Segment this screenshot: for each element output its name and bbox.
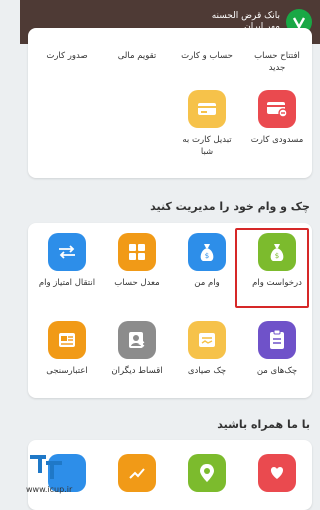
cheques-loans-title: چک و وام خود را مدیریت کنید: [150, 200, 310, 213]
account-average-item[interactable]: معدل حساب: [102, 233, 172, 289]
card-to-sheba-item[interactable]: تبدیل کارت به شبا: [172, 90, 242, 158]
issue-card-item[interactable]: صدور کارت: [32, 44, 102, 62]
sayad-cheque-label: چک صیادی: [187, 366, 227, 376]
my-cheques-label: چک‌های من: [256, 366, 298, 376]
watermark-logo: [26, 451, 98, 485]
contact-item-2[interactable]: [172, 454, 242, 492]
heart-hands-icon: [258, 454, 296, 492]
transfer-loan-label: انتقال امتیاز وام: [38, 278, 96, 288]
my-loan-label: وام من: [194, 278, 220, 288]
cheques-loans-card: $ درخواست وام $ وام من معدل حساب انتقال …: [28, 223, 312, 398]
transfer-icon: [48, 233, 86, 271]
chart-icon: [118, 454, 156, 492]
credit-score-icon: [48, 321, 86, 359]
services-card: افتتاح حساب جدید حساب و کارت تقویم مالی …: [28, 28, 312, 178]
loan-request-item[interactable]: $ درخواست وام: [242, 233, 312, 289]
cheque-icon: [188, 321, 226, 359]
watermark-url: www.icup.ir: [26, 485, 73, 494]
open-account-label: افتتاح حساب جدید: [254, 51, 300, 73]
issue-card-label: صدور کارت: [46, 51, 88, 61]
contact-title: با ما همراه باشید: [217, 418, 310, 431]
block-card-item[interactable]: مسدودی کارت: [242, 90, 312, 146]
loan-bag-icon: $: [258, 233, 296, 271]
svg-text:$: $: [205, 252, 209, 260]
contact-item-1[interactable]: [242, 454, 312, 492]
card-to-sheba-label: تبدیل کارت به شبا: [182, 135, 232, 157]
sayad-cheque-item[interactable]: چک صیادی: [172, 321, 242, 377]
credit-score-label: اعتبارسنجی: [46, 366, 88, 376]
user-installment-icon: [118, 321, 156, 359]
card-convert-icon: [188, 90, 226, 128]
account-card-label: حساب و کارت: [181, 51, 233, 61]
svg-text:$: $: [275, 252, 279, 260]
financial-calendar-label: تقویم مالی: [117, 51, 157, 61]
contact-item-3[interactable]: [102, 454, 172, 492]
open-account-item[interactable]: افتتاح حساب جدید: [242, 44, 312, 74]
card-block-icon: [258, 90, 296, 128]
cheque-list-icon: [258, 321, 296, 359]
site-watermark: www.icup.ir: [26, 451, 98, 494]
money-bag-icon: $: [188, 233, 226, 271]
my-cheques-item[interactable]: چک‌های من: [242, 321, 312, 377]
others-installments-label: اقساط دیگران: [111, 366, 163, 376]
calculator-icon: [118, 233, 156, 271]
loan-request-label: درخواست وام: [252, 278, 302, 288]
bank-name-line1: بانک قرض الحسنه: [211, 11, 280, 21]
others-installments-item[interactable]: اقساط دیگران: [102, 321, 172, 377]
credit-score-item[interactable]: اعتبارسنجی: [32, 321, 102, 377]
financial-calendar-item[interactable]: تقویم مالی: [102, 44, 172, 62]
block-card-label: مسدودی کارت: [250, 135, 304, 145]
location-icon: [188, 454, 226, 492]
my-loan-item[interactable]: $ وام من: [172, 233, 242, 289]
account-average-label: معدل حساب: [114, 278, 160, 288]
account-card-item[interactable]: حساب و کارت: [172, 44, 242, 62]
transfer-loan-item[interactable]: انتقال امتیاز وام: [32, 233, 102, 289]
